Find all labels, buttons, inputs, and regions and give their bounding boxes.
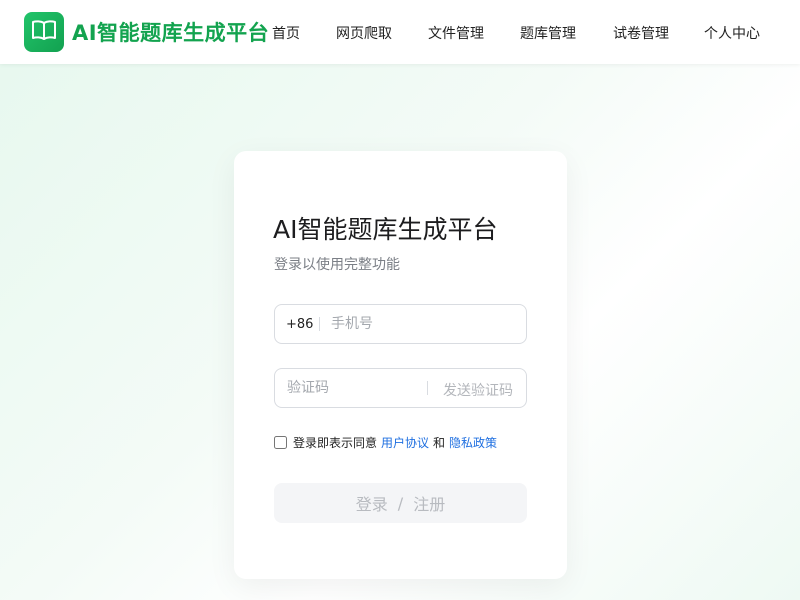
nav-question-bank[interactable]: 题库管理 xyxy=(520,23,576,43)
agreement-row: 登录即表示同意 用户协议 和 隐私政策 xyxy=(274,434,497,451)
privacy-policy-link[interactable]: 隐私政策 xyxy=(449,434,497,451)
main-nav: 首页 网页爬取 文件管理 题库管理 试卷管理 个人中心 xyxy=(0,0,800,64)
user-agreement-link[interactable]: 用户协议 xyxy=(381,434,429,451)
top-header: AI智能题库生成平台 首页 网页爬取 文件管理 题库管理 试卷管理 个人中心 xyxy=(0,0,800,64)
login-card: AI智能题库生成平台 登录以使用完整功能 +86 发送验证码 登录即表示同意 用… xyxy=(234,151,567,579)
register-label: 注册 xyxy=(413,495,446,514)
login-subtitle: 登录以使用完整功能 xyxy=(274,257,400,273)
submit-separator: / xyxy=(397,493,404,513)
agreement-text: 登录即表示同意 xyxy=(293,436,378,450)
login-register-button[interactable]: 登录 / 注册 xyxy=(274,483,527,523)
divider xyxy=(319,317,320,331)
country-code[interactable]: +86 xyxy=(286,317,313,332)
login-title: AI智能题库生成平台 xyxy=(273,215,498,244)
phone-field: +86 xyxy=(274,304,527,344)
nav-exam-paper[interactable]: 试卷管理 xyxy=(613,23,669,43)
code-field: 发送验证码 xyxy=(274,368,527,408)
nav-profile[interactable]: 个人中心 xyxy=(704,23,760,43)
divider xyxy=(427,381,428,395)
nav-home[interactable]: 首页 xyxy=(272,23,300,43)
nav-web-crawl[interactable]: 网页爬取 xyxy=(336,23,392,43)
agreement-and: 和 xyxy=(433,436,446,450)
send-code-button[interactable]: 发送验证码 xyxy=(443,380,513,400)
phone-input[interactable] xyxy=(331,305,521,343)
nav-file-management[interactable]: 文件管理 xyxy=(428,23,484,43)
verification-code-input[interactable] xyxy=(287,369,417,407)
agreement-checkbox[interactable] xyxy=(274,436,287,449)
login-label: 登录 xyxy=(355,495,388,514)
